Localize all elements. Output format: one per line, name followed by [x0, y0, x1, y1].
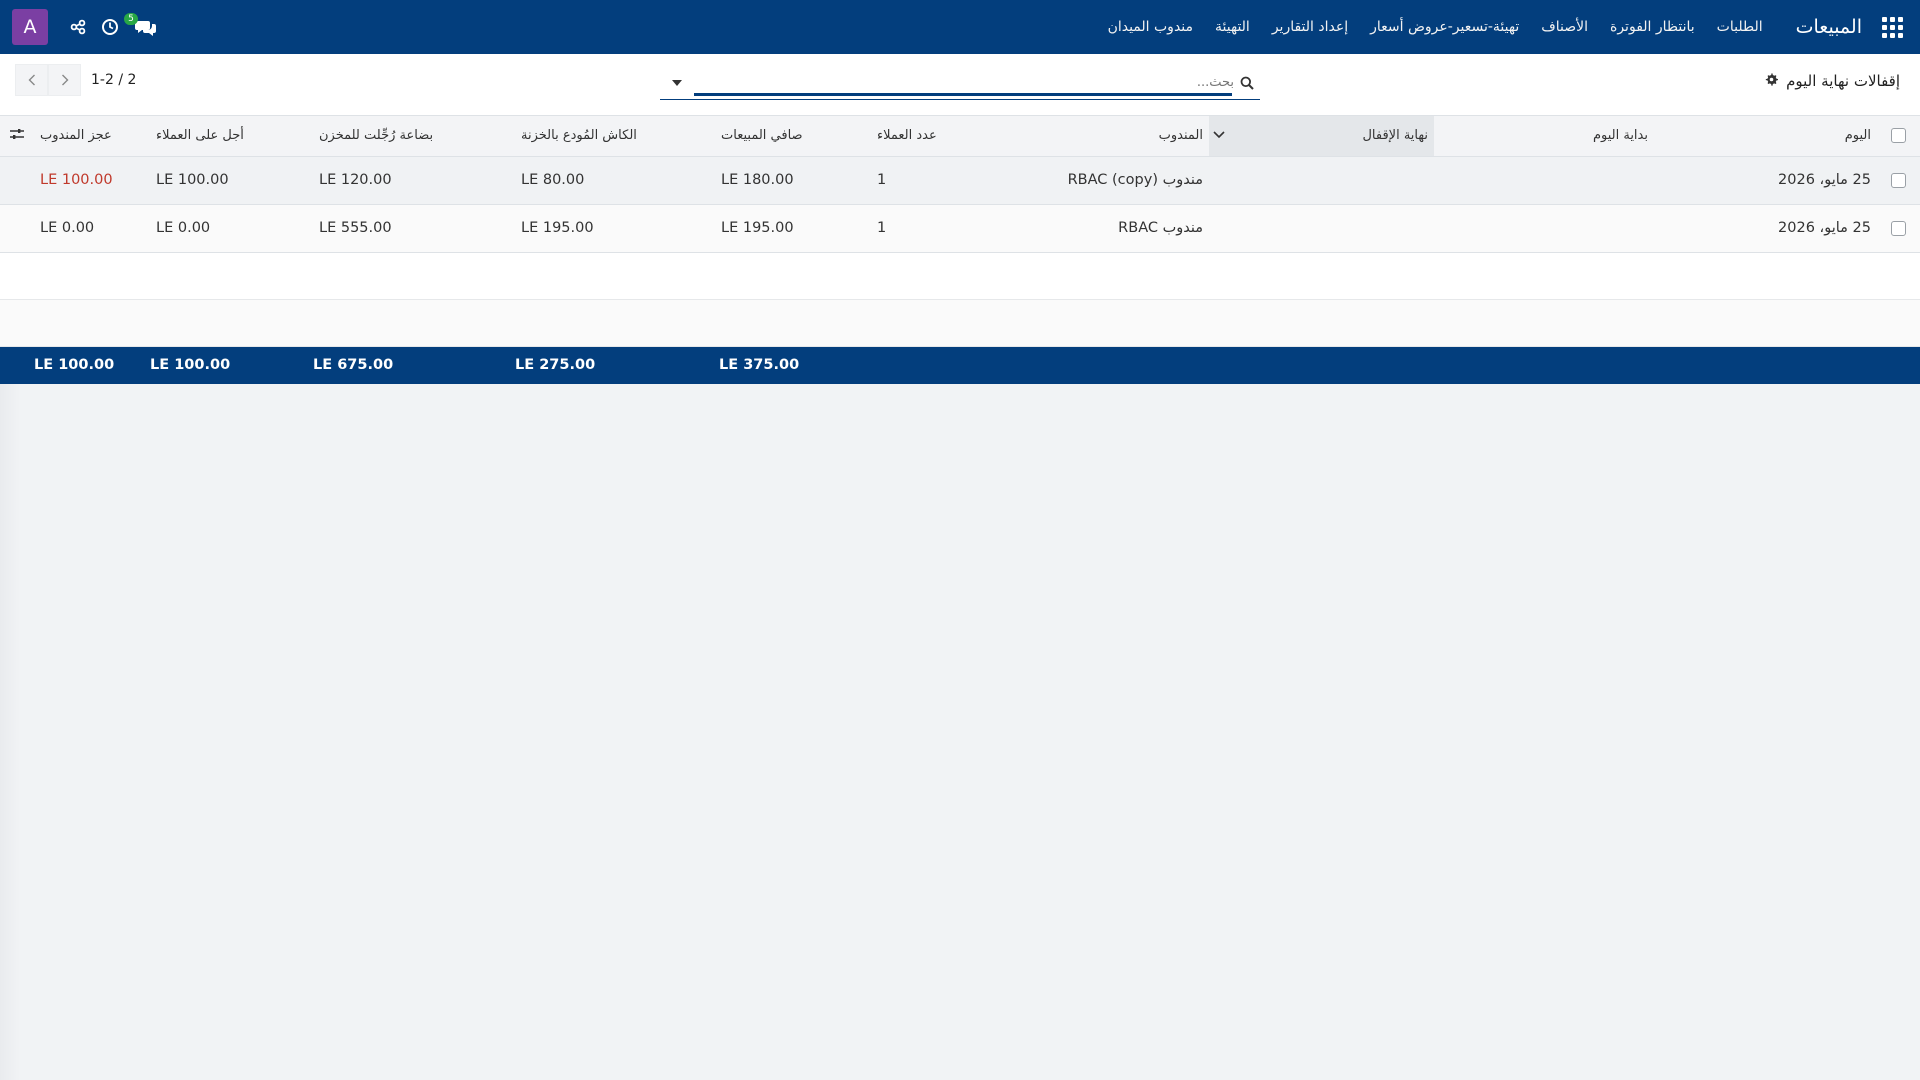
- app-brand[interactable]: المبيعات: [1796, 16, 1862, 38]
- totals-end-spacer: [0, 346, 34, 384]
- row-checkbox[interactable]: [1891, 220, 1906, 236]
- cell-rep[interactable]: مندوب RBAC (copy): [993, 156, 1209, 204]
- row-checkbox[interactable]: [1891, 172, 1906, 188]
- content-background: [0, 384, 1920, 1080]
- column-header-customers-credit[interactable]: أجل على العملاء: [150, 116, 313, 157]
- activity-button[interactable]: [94, 11, 126, 43]
- view-settings-button[interactable]: [1765, 72, 1779, 90]
- cell-net-sales[interactable]: 180.00 LE: [715, 156, 871, 204]
- menu-item-products[interactable]: الأصناف: [1530, 19, 1599, 35]
- menu-item-orders[interactable]: الطلبات: [1706, 19, 1774, 35]
- apps-grid-icon: [1881, 16, 1903, 38]
- menu-item-pricing-quotes[interactable]: تهيئة-تسعير-عروض أسعار: [1359, 19, 1530, 35]
- cell-rep[interactable]: مندوب RBAC: [993, 204, 1209, 252]
- chevron-right-icon: [61, 74, 68, 86]
- search-icon[interactable]: [1234, 76, 1260, 90]
- main-menu: الطلبات بانتظار الفوترة الأصناف تهيئة-تس…: [1097, 19, 1774, 35]
- row-select-cell: [1877, 156, 1920, 204]
- total-net-sales: 375.00 LE: [719, 357, 800, 374]
- pager-previous-button[interactable]: [15, 64, 48, 96]
- totals-spacer: [993, 346, 1920, 384]
- column-header-cash-deposited[interactable]: الكاش المُودع بالخزنة: [515, 116, 715, 157]
- top-navbar: المبيعات الطلبات بانتظار الفوترة الأصناف…: [0, 0, 1920, 54]
- pager: 1-2 / 2: [15, 64, 136, 96]
- clock-icon: [102, 19, 118, 35]
- column-header-customers-count[interactable]: عدد العملاء: [871, 116, 993, 157]
- menu-item-to-invoice[interactable]: بانتظار الفوترة: [1599, 19, 1706, 35]
- column-header-day[interactable]: اليوم: [1654, 116, 1877, 157]
- cell-closing-end[interactable]: [1209, 156, 1434, 204]
- search-focus-indicator: [694, 93, 1232, 96]
- cell-customers-credit[interactable]: 100.00 LE: [150, 156, 313, 204]
- messaging-button[interactable]: 5: [124, 11, 166, 43]
- column-header-goods-returned[interactable]: بضاعة رُجِّلت للمخزن: [313, 116, 515, 157]
- breadcrumb: إقفالات نهاية اليوم: [1765, 72, 1900, 90]
- cell-spacer: [0, 156, 34, 204]
- chat-icon: [135, 21, 156, 36]
- total-rep-deficit: 100.00 LE: [34, 357, 115, 374]
- cell-day[interactable]: 25 مايو، 2026: [1654, 156, 1877, 204]
- cell-goods-returned[interactable]: 120.00 LE: [313, 156, 515, 204]
- table-row[interactable]: 25 مايو، 2026 مندوب RBAC (copy) 1 180.00…: [0, 156, 1920, 204]
- cell-day-start[interactable]: [1434, 156, 1654, 204]
- message-count-badge: 5: [124, 13, 138, 25]
- cell-cash-deposited[interactable]: 195.00 LE: [515, 204, 715, 252]
- user-avatar[interactable]: A: [12, 9, 48, 45]
- column-header-day-start[interactable]: بداية اليوم: [1434, 116, 1654, 157]
- cell-spacer: [0, 204, 34, 252]
- cell-customers-count[interactable]: 1: [871, 204, 993, 252]
- total-customers-count: [871, 346, 993, 384]
- gear-icon: [1765, 72, 1779, 86]
- cell-customers-count[interactable]: 1: [871, 156, 993, 204]
- select-all-checkbox[interactable]: [1891, 128, 1906, 144]
- empty-row: [0, 252, 1920, 299]
- cell-day-start[interactable]: [1434, 204, 1654, 252]
- share-icon: [70, 19, 86, 35]
- menu-item-reporting[interactable]: إعداد التقارير: [1261, 19, 1359, 35]
- cell-net-sales[interactable]: 195.00 LE: [715, 204, 871, 252]
- column-header-closing-end[interactable]: نهاية الإقفال: [1209, 116, 1434, 157]
- totals-row: 375.00 LE 275.00 LE 675.00 LE 100.00 LE …: [0, 346, 1920, 384]
- search-bar: [660, 66, 1260, 100]
- pager-value[interactable]: 1-2 / 2: [91, 72, 136, 88]
- cell-closing-end[interactable]: [1209, 204, 1434, 252]
- cell-customers-credit[interactable]: 0.00 LE: [150, 204, 313, 252]
- total-customers-credit: 100.00 LE: [150, 357, 231, 374]
- navbar-systray: A 5: [0, 9, 166, 45]
- caret-down-icon: [672, 79, 682, 86]
- menu-item-field-rep[interactable]: مندوب الميدان: [1097, 19, 1204, 35]
- optional-columns-toggle[interactable]: [0, 116, 34, 157]
- cell-day[interactable]: 25 مايو، 2026: [1654, 204, 1877, 252]
- table-row[interactable]: 25 مايو، 2026 مندوب RBAC 1 195.00 LE 195…: [0, 204, 1920, 252]
- page-title: إقفالات نهاية اليوم: [1786, 72, 1900, 90]
- chevron-down-icon: [1213, 128, 1225, 143]
- total-cash-deposited: 275.00 LE: [515, 357, 596, 374]
- control-panel: إقفالات نهاية اليوم بحث... 1-2 / 2: [0, 54, 1920, 116]
- total-goods-returned: 675.00 LE: [313, 357, 394, 374]
- chevron-left-icon: [28, 74, 35, 86]
- cell-rep-deficit[interactable]: 0.00 LE: [34, 204, 150, 252]
- search-options-toggle[interactable]: [660, 66, 694, 100]
- menu-item-configuration[interactable]: التهيئة: [1204, 19, 1261, 35]
- cell-rep-deficit[interactable]: 100.00 LE: [34, 156, 150, 204]
- sliders-icon: [10, 128, 24, 139]
- pager-next-button[interactable]: [48, 64, 81, 96]
- list-view: اليوم بداية اليوم نهاية الإقفال المندوب …: [0, 116, 1920, 384]
- closings-table: اليوم بداية اليوم نهاية الإقفال المندوب …: [0, 116, 1920, 384]
- apps-menu-button[interactable]: [1870, 0, 1914, 54]
- share-button[interactable]: [62, 11, 94, 43]
- select-all-cell: [1877, 116, 1920, 157]
- empty-row: [0, 299, 1920, 346]
- column-header-net-sales[interactable]: صافي المبيعات: [715, 116, 871, 157]
- cell-cash-deposited[interactable]: 80.00 LE: [515, 156, 715, 204]
- row-select-cell: [1877, 204, 1920, 252]
- column-header-rep[interactable]: المندوب: [993, 116, 1209, 157]
- table-header-row: اليوم بداية اليوم نهاية الإقفال المندوب …: [0, 116, 1920, 157]
- column-header-rep-deficit[interactable]: عجز المندوب: [34, 116, 150, 157]
- cell-goods-returned[interactable]: 555.00 LE: [313, 204, 515, 252]
- column-header-closing-end-label: نهاية الإقفال: [1362, 128, 1428, 144]
